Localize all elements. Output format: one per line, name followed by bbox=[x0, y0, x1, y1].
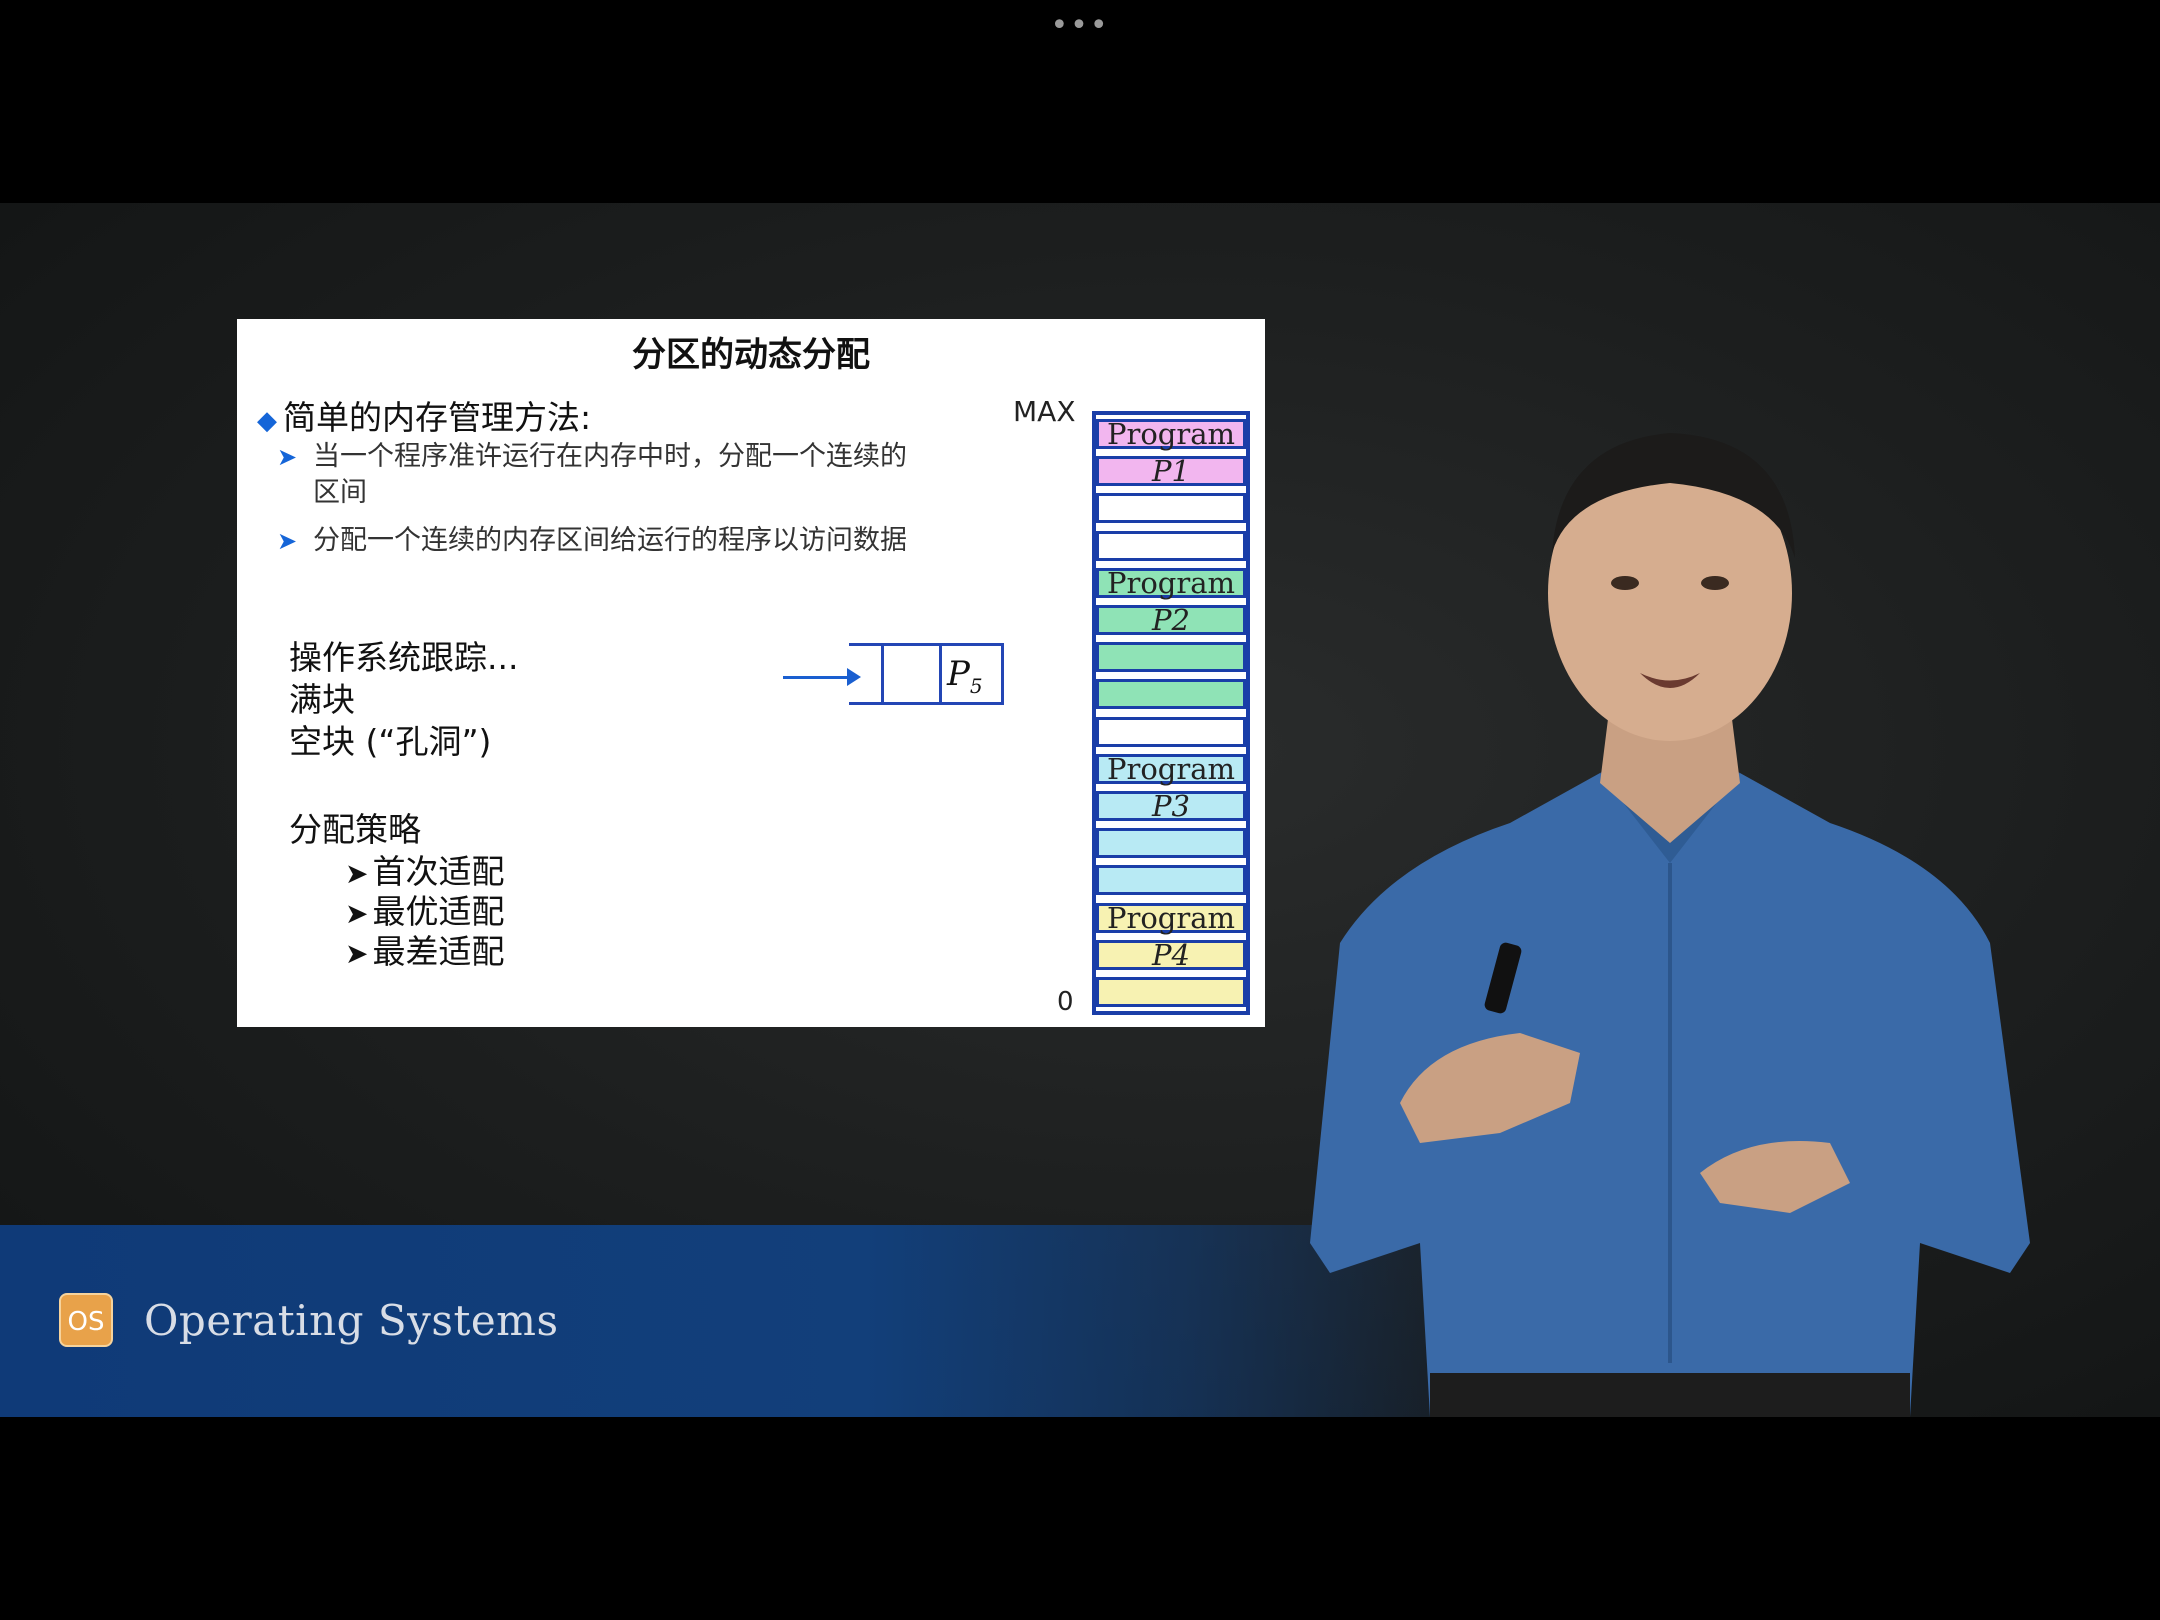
queue-process-label: P5 bbox=[947, 654, 983, 698]
memory-cell: P2 bbox=[1096, 605, 1246, 635]
memory-cell bbox=[1096, 530, 1246, 561]
memory-cell: Program bbox=[1096, 902, 1246, 933]
sub-item: ➤ 当一个程序准许运行在内存中时，分配一个连续的区间 bbox=[277, 439, 923, 511]
memory-zero-label: 0 bbox=[1057, 987, 1074, 1017]
memory-cell: P4 bbox=[1096, 939, 1246, 970]
course-title: Operating Systems bbox=[144, 1296, 559, 1345]
arrow-bullet-icon: ➤ bbox=[345, 937, 369, 970]
memory-max-label: MAX bbox=[1013, 395, 1076, 428]
strategy-text: 最差适配 bbox=[372, 932, 505, 971]
memory-cell bbox=[1096, 828, 1246, 859]
memory-diagram: Program P1 Program P2 Program P3 Program P4 bbox=[1092, 411, 1250, 1015]
memory-cell: Program bbox=[1096, 419, 1246, 449]
process-queue: P5 bbox=[849, 643, 1004, 705]
memory-cell bbox=[1096, 642, 1246, 673]
arrow-bullet-icon: ➤ bbox=[277, 443, 298, 471]
memory-cell bbox=[1096, 977, 1246, 1007]
slide-heading: ◆ 简单的内存管理方法: bbox=[257, 391, 591, 439]
queue-arrow-icon bbox=[783, 676, 853, 679]
free-block-text: 空块 (“孔洞”) bbox=[289, 722, 492, 761]
memory-cell bbox=[1096, 865, 1246, 896]
memory-cell: Program bbox=[1096, 567, 1246, 598]
presenter-image bbox=[1310, 433, 2030, 1417]
full-block-text: 满块 bbox=[289, 680, 355, 719]
diamond-bullet-icon: ◆ bbox=[257, 406, 277, 436]
sub-item: ➤ 分配一个连续的内存区间给运行的程序以访问数据 bbox=[277, 523, 923, 559]
memory-cell: Program bbox=[1096, 753, 1246, 784]
os-logo-icon: OS bbox=[59, 1293, 113, 1347]
strategy-heading: 分配策略 bbox=[289, 810, 421, 849]
memory-cell bbox=[1096, 493, 1246, 524]
slide-title: 分区的动态分配 bbox=[632, 335, 870, 375]
arrow-bullet-icon: ➤ bbox=[277, 527, 298, 555]
sub-item-text: 当一个程序准许运行在内存中时，分配一个连续的区间 bbox=[313, 441, 907, 508]
memory-cell: P3 bbox=[1096, 791, 1246, 821]
memory-cell bbox=[1096, 679, 1246, 710]
tracking-text: 操作系统跟踪... bbox=[289, 638, 519, 677]
sub-item-text: 分配一个连续的内存区间给运行的程序以访问数据 bbox=[313, 525, 907, 556]
heading-text: 简单的内存管理方法: bbox=[283, 398, 592, 437]
video-frame[interactable]: 分区的动态分配 ◆ 简单的内存管理方法: ➤ 当一个程序准许运行在内存中时，分配一… bbox=[0, 203, 2160, 1417]
memory-cell bbox=[1096, 716, 1246, 747]
memory-cell: P1 bbox=[1096, 456, 1246, 487]
lecture-slide: 分区的动态分配 ◆ 简单的内存管理方法: ➤ 当一个程序准许运行在内存中时，分配一… bbox=[237, 319, 1265, 1027]
more-options-icon[interactable]: ••• bbox=[1050, 8, 1110, 44]
strategy-item: ➤ 最差适配 bbox=[345, 925, 504, 973]
